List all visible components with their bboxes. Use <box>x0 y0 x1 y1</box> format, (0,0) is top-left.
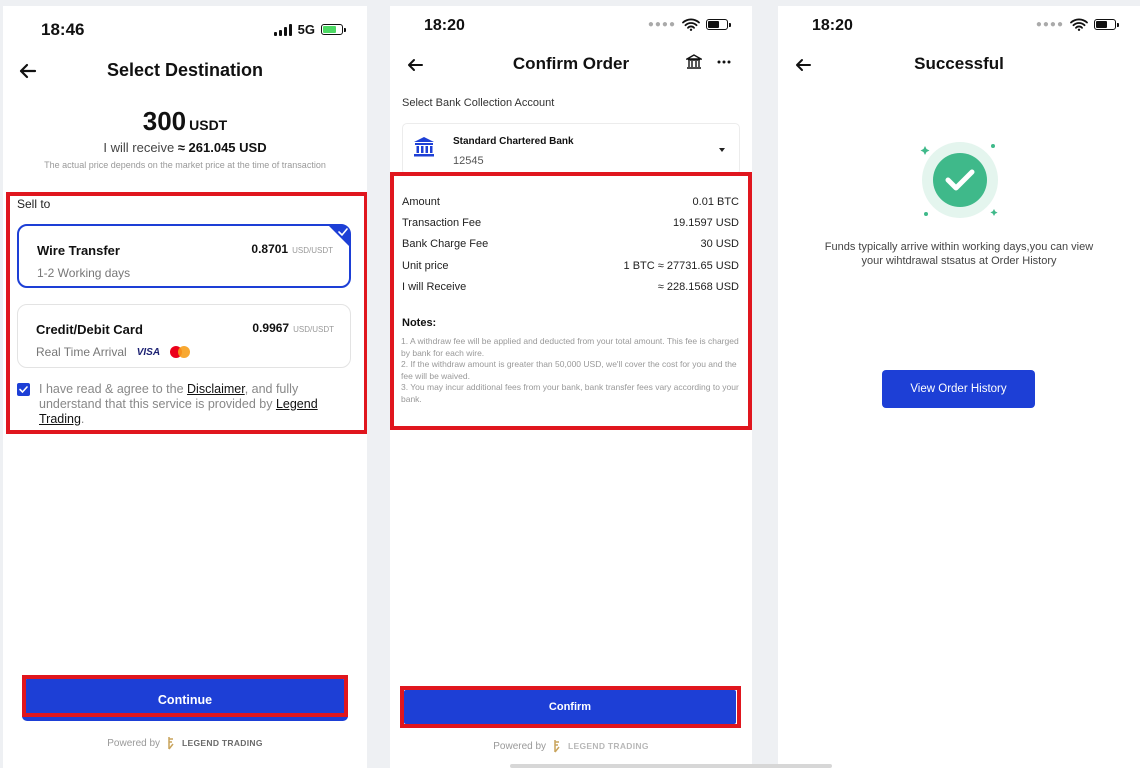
notes-text: 1. A withdraw fee will be applied and de… <box>401 336 739 404</box>
bank-icon[interactable] <box>686 54 702 70</box>
nav-header: Successful <box>778 50 1140 80</box>
detail-row-bank-charge-fee: Bank Charge Fee 30 USD <box>402 238 739 250</box>
visa-icon: VISA <box>136 346 161 358</box>
detail-row-transaction-fee: Transaction Fee 19.1597 USD <box>402 217 739 229</box>
status-time: 18:46 <box>41 20 85 39</box>
successful-screen: 18:20 ●●●● Successful Funds typically ar… <box>778 6 1140 768</box>
more-options-icon[interactable] <box>716 54 732 70</box>
page-title: Select Destination <box>106 60 264 80</box>
detail-row-unit-price: Unit price 1 BTC ≈ 27731.65 USD <box>402 260 739 272</box>
receive-estimate: I will receive ≈ 261.045 USD <box>103 140 267 155</box>
agreement: I have read & agree to the Disclaimer, a… <box>17 382 337 427</box>
notes-title: Notes: <box>402 317 437 329</box>
success-check-icon <box>920 142 998 218</box>
battery-icon <box>1094 19 1119 30</box>
view-order-history-button[interactable]: View Order History <box>882 370 1035 408</box>
price-note: The actual price depends on the market p… <box>44 160 326 170</box>
detail-row-receive: I will Receive ≈ 228.1568 USD <box>402 281 739 293</box>
signal-dots-icon: ●●●● <box>1035 19 1064 30</box>
bank-account-select[interactable]: Standard Chartered Bank 12545 <box>402 123 740 175</box>
legend-logo-icon <box>168 737 174 750</box>
battery-icon <box>706 19 731 30</box>
method-wire-transfer[interactable]: Wire Transfer 1-2 Working days 0.8701 USD… <box>17 224 351 288</box>
signal-dots-icon: ●●●● <box>647 19 676 30</box>
wifi-icon <box>682 18 700 31</box>
powered-by: Powered by LEGEND TRADING <box>493 740 649 753</box>
bank-name: Standard Chartered Bank <box>453 136 574 147</box>
status-bar: 18:20 ●●●● <box>390 6 752 46</box>
sell-to-label: Sell to <box>17 197 51 211</box>
mastercard-icon <box>170 346 191 358</box>
status-bar: 18:20 ●●●● <box>778 6 1140 46</box>
legend-logo-icon <box>554 740 560 753</box>
confirm-button[interactable]: Confirm <box>404 690 736 724</box>
nav-header: Confirm Order <box>390 50 752 80</box>
status-bar: 18:46 5G <box>3 6 367 46</box>
selected-check-icon <box>328 225 350 247</box>
continue-button[interactable]: Continue <box>22 679 348 721</box>
status-time: 18:20 <box>812 17 853 34</box>
bank-building-icon <box>414 137 434 157</box>
bank-account-label: Select Bank Collection Account <box>402 97 555 109</box>
page-title: Successful <box>914 54 1004 73</box>
status-time: 18:20 <box>424 17 465 34</box>
detail-row-amount: Amount 0.01 BTC <box>402 196 739 208</box>
select-destination-screen: 18:46 5G Select Destination 300 USDT I wi… <box>3 6 367 768</box>
dropdown-caret-icon <box>719 148 725 152</box>
success-message: Funds typically arrive within working da… <box>824 241 1094 267</box>
home-indicator <box>510 764 832 768</box>
confirm-order-screen: 18:20 ●●●● Confirm Order Select Bank Col… <box>390 6 752 768</box>
method-credit-debit-card[interactable]: Credit/Debit Card Real Time Arrival VISA… <box>17 304 351 368</box>
powered-by: Powered by LEGEND TRADING <box>107 737 263 750</box>
cellular-signal-icon <box>273 23 292 36</box>
disclaimer-link[interactable]: Disclaimer <box>187 382 245 396</box>
sell-amount: 300 USDT <box>142 106 228 136</box>
bank-account-number: 12545 <box>453 155 484 167</box>
network-label: 5G <box>297 22 315 37</box>
nav-header: Select Destination <box>3 56 367 86</box>
battery-charging-icon <box>321 24 346 35</box>
agree-checkbox[interactable] <box>17 383 30 396</box>
wifi-icon <box>1070 18 1088 31</box>
